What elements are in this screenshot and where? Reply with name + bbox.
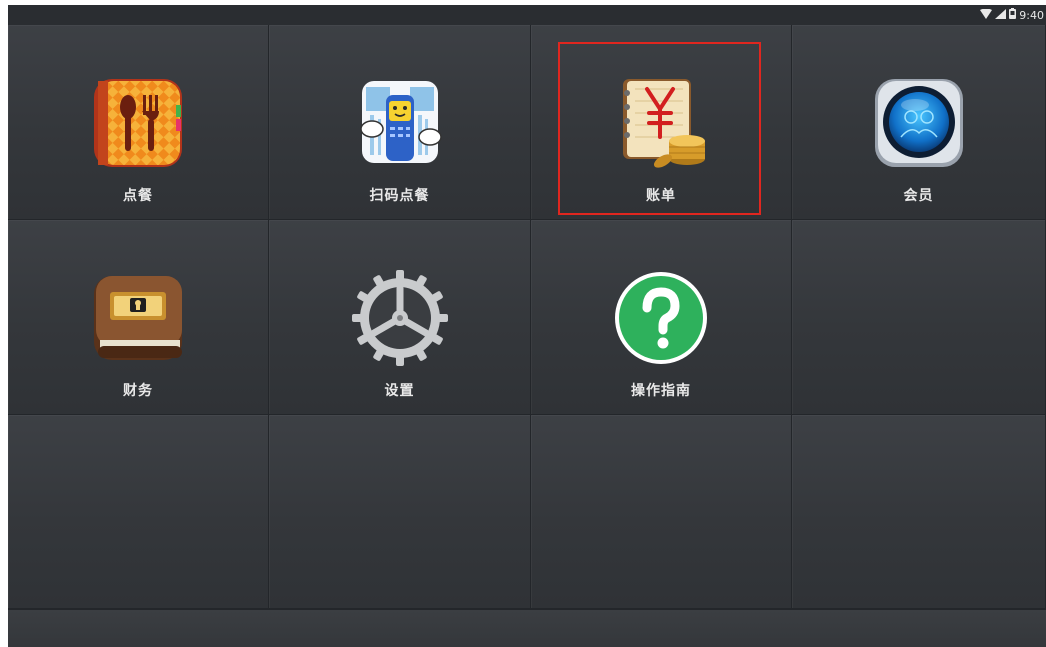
bill-yuan-coins-icon: [613, 75, 709, 171]
signal-icon: [995, 8, 1007, 22]
wallet-finance-icon: [90, 270, 186, 366]
tile-label: 设置: [384, 383, 415, 399]
help-question-icon: [613, 270, 709, 366]
tile-label: 点餐: [123, 188, 153, 204]
qr-scan-phone-icon: [352, 75, 448, 171]
tile-finance[interactable]: 财务: [8, 220, 269, 415]
tile-guide[interactable]: 操作指南: [531, 220, 792, 415]
tile-scan-order[interactable]: 扫码点餐: [269, 25, 531, 220]
tile-label: 会员: [903, 188, 934, 204]
status-time: 9:40: [1019, 8, 1044, 22]
tile-empty: [8, 415, 269, 609]
bottom-bar: [8, 609, 1046, 647]
tile-empty: [269, 415, 531, 609]
tile-label: 扫码点餐: [369, 188, 430, 204]
tile-empty: [531, 415, 792, 609]
status-icons: 9:40: [980, 8, 1044, 22]
menu-book-icon: [90, 75, 186, 171]
tile-settings[interactable]: 设置: [269, 220, 531, 415]
tile-empty: [792, 415, 1046, 609]
member-globe-icon: [871, 75, 967, 171]
app-screen: 9:40 点餐 扫码点餐 账单 会员 财务 设置 操作指南: [8, 5, 1046, 647]
tile-bill[interactable]: 账单: [531, 25, 792, 220]
tile-member[interactable]: 会员: [792, 25, 1046, 220]
app-grid: 点餐 扫码点餐 账单 会员 财务 设置 操作指南: [8, 25, 1046, 609]
tile-empty: [792, 220, 1046, 415]
tile-order[interactable]: 点餐: [8, 25, 269, 220]
wifi-icon: [980, 8, 993, 22]
status-bar: 9:40: [8, 5, 1046, 25]
tile-label: 操作指南: [631, 383, 691, 399]
gear-icon: [351, 270, 448, 366]
battery-icon: [1009, 8, 1017, 22]
tile-label: 账单: [646, 188, 676, 204]
tile-label: 财务: [123, 383, 153, 399]
